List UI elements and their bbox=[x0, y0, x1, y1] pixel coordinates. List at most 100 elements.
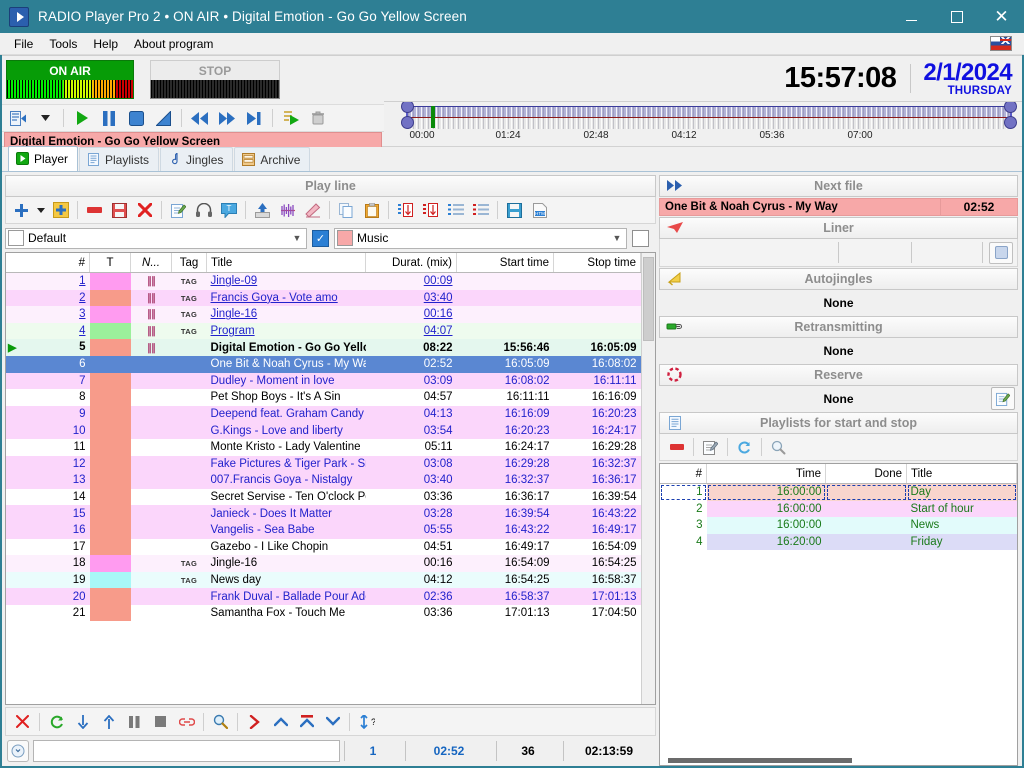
move-up-icon[interactable] bbox=[96, 710, 121, 733]
col-duration[interactable]: Durat. (mix) bbox=[366, 253, 457, 273]
col-wave[interactable]: N... bbox=[131, 253, 172, 273]
export-icon[interactable] bbox=[251, 199, 274, 221]
pause-icon[interactable] bbox=[97, 107, 121, 129]
col-stop-time[interactable]: Stop time bbox=[554, 253, 641, 273]
move-down-icon[interactable] bbox=[70, 710, 95, 733]
edit-icon[interactable] bbox=[991, 387, 1015, 410]
language-flag-icon[interactable] bbox=[990, 36, 1012, 51]
table-row[interactable]: 13007.Francis Goya - Nistalgy03:4016:32:… bbox=[6, 472, 641, 489]
next-file-row[interactable]: One Bit & Noah Cyrus - My Way 02:52 bbox=[659, 198, 1018, 216]
table-row[interactable]: 18TAGJingle-1600:1616:54:0916:54:25 bbox=[6, 555, 641, 572]
mix-editor-icon[interactable] bbox=[276, 199, 299, 221]
table-row[interactable]: 4∥∥TAGProgram04:07 bbox=[6, 323, 641, 340]
table-row[interactable]: 12Fake Pictures & Tiger Park - Small Tal… bbox=[6, 456, 641, 473]
refresh-icon[interactable] bbox=[733, 436, 756, 458]
up-marker-icon[interactable] bbox=[268, 710, 293, 733]
col-type[interactable]: T bbox=[90, 253, 131, 273]
tab-playlists[interactable]: Playlists bbox=[79, 147, 159, 171]
menu-item-file[interactable]: File bbox=[6, 35, 41, 53]
playlists-schedule-table[interactable]: # Time Done Title 116:00:00Day216:00:00S… bbox=[659, 463, 1018, 766]
eraser-icon[interactable] bbox=[301, 199, 324, 221]
waveform-playhead[interactable] bbox=[431, 106, 435, 128]
waveform-knob-mid-left[interactable] bbox=[401, 116, 414, 129]
stop-list-icon[interactable] bbox=[148, 710, 173, 733]
playlists-schedule-grid[interactable]: # Time Done Title 116:00:00Day216:00:00S… bbox=[660, 464, 1017, 550]
list-item[interactable]: 116:00:00Day bbox=[660, 484, 1017, 501]
headphones-icon[interactable] bbox=[192, 199, 215, 221]
close-playlist-icon[interactable] bbox=[10, 710, 35, 733]
tab-jingles[interactable]: Jingles bbox=[160, 147, 233, 171]
playlist-body[interactable]: 1∥∥TAGJingle-0900:092∥∥TAGFrancis Goya -… bbox=[6, 273, 641, 622]
category-checkbox[interactable] bbox=[632, 230, 649, 247]
voice-track-icon[interactable]: T bbox=[217, 199, 240, 221]
sort-help-icon[interactable]: ? bbox=[354, 710, 379, 733]
liner-slot-2[interactable] bbox=[839, 242, 912, 263]
playlist-scrollbar[interactable] bbox=[641, 253, 655, 704]
col-time[interactable]: Time bbox=[707, 464, 826, 484]
table-row[interactable]: 16Vangelis - Sea Babe05:5516:43:2216:49:… bbox=[6, 522, 641, 539]
col-number[interactable]: # bbox=[6, 253, 90, 273]
table-row[interactable]: 9Deepend feat. Graham Candy - Waiting04:… bbox=[6, 406, 641, 423]
search-icon[interactable] bbox=[208, 710, 233, 733]
clear-icon[interactable] bbox=[306, 107, 330, 129]
import-zip-icon[interactable] bbox=[394, 199, 417, 221]
on-air-button[interactable]: ON AIR bbox=[6, 60, 134, 99]
fast-forward-icon[interactable] bbox=[215, 107, 239, 129]
col-tag[interactable]: Tag bbox=[172, 253, 207, 273]
tab-archive[interactable]: Archive bbox=[234, 147, 310, 171]
table-row[interactable]: 17Gazebo - I Like Chopin04:5116:49:1716:… bbox=[6, 539, 641, 556]
add-block-icon[interactable] bbox=[49, 199, 72, 221]
waveform-knob-top-right[interactable] bbox=[1004, 102, 1017, 113]
dropdown-arrow-icon[interactable] bbox=[33, 107, 57, 129]
pause-list-icon[interactable] bbox=[122, 710, 147, 733]
paste-icon[interactable] bbox=[360, 199, 383, 221]
refresh-icon[interactable] bbox=[44, 710, 69, 733]
table-row[interactable]: 21Samantha Fox - Touch Me03:3617:01:1317… bbox=[6, 605, 641, 622]
stop-button[interactable]: STOP bbox=[150, 60, 280, 99]
waveform-knob-mid-right[interactable] bbox=[1004, 116, 1017, 129]
table-row[interactable]: 14Secret Servise - Ten O'clock Postman03… bbox=[6, 489, 641, 506]
rewind-icon[interactable] bbox=[188, 107, 212, 129]
close-icon[interactable]: ✕ bbox=[979, 0, 1024, 33]
list-down-icon[interactable] bbox=[469, 199, 492, 221]
table-row[interactable]: 15Janieck - Does It Matter03:2816:39:541… bbox=[6, 505, 641, 522]
playlists-h-scrollbar[interactable] bbox=[660, 755, 1017, 765]
col-title[interactable]: Title bbox=[207, 253, 366, 273]
menu-item-tools[interactable]: Tools bbox=[41, 35, 85, 53]
category-combo[interactable]: Music ▼ bbox=[334, 228, 627, 249]
down-marker-icon[interactable] bbox=[320, 710, 345, 733]
delete-icon[interactable] bbox=[133, 199, 156, 221]
maximize-icon[interactable] bbox=[934, 0, 979, 33]
preset-checkbox[interactable]: ✓ bbox=[312, 230, 329, 247]
chevron-down-icon[interactable]: ▼ bbox=[290, 233, 304, 243]
liner-slot-1[interactable] bbox=[660, 242, 839, 263]
chevron-down-icon[interactable]: ▼ bbox=[610, 233, 624, 243]
add-dropdown-arrow-icon[interactable] bbox=[35, 199, 47, 221]
export-html-icon[interactable]: HTM bbox=[528, 199, 551, 221]
playlist-grid[interactable]: # T N... Tag Title Durat. (mix) Start ti… bbox=[6, 253, 641, 621]
edit-icon[interactable] bbox=[167, 199, 190, 221]
save-playlist-icon[interactable] bbox=[503, 199, 526, 221]
search-icon[interactable] bbox=[767, 436, 790, 458]
col-number[interactable]: # bbox=[660, 464, 707, 484]
table-row[interactable]: 3∥∥TAGJingle-1600:16 bbox=[6, 306, 641, 323]
table-row[interactable]: 8Pet Shop Boys - It's A Sin04:5716:11:11… bbox=[6, 389, 641, 406]
minimize-icon[interactable] bbox=[889, 0, 934, 33]
fade-stop-icon[interactable] bbox=[151, 107, 175, 129]
save-icon[interactable] bbox=[108, 199, 131, 221]
table-row[interactable]: 1∥∥TAGJingle-0900:09 bbox=[6, 273, 641, 290]
edit-icon[interactable] bbox=[699, 436, 722, 458]
remove-icon[interactable] bbox=[665, 436, 688, 458]
tab-player[interactable]: Player bbox=[8, 146, 78, 171]
playlist-table[interactable]: # T N... Tag Title Durat. (mix) Start ti… bbox=[5, 252, 656, 705]
search-input[interactable] bbox=[33, 740, 340, 762]
table-row[interactable]: 2∥∥TAGFrancis Goya - Vote amo03:40 bbox=[6, 290, 641, 307]
table-row[interactable]: 20Frank Duval - Ballade Pour Adeline02:3… bbox=[6, 588, 641, 605]
clock-icon[interactable] bbox=[7, 740, 29, 762]
table-row[interactable]: 10G.Kings - Love and liberty03:5416:20:2… bbox=[6, 422, 641, 439]
col-done[interactable]: Done bbox=[826, 464, 907, 484]
col-title[interactable]: Title bbox=[907, 464, 1017, 484]
stop-icon[interactable] bbox=[124, 107, 148, 129]
export-zip-icon[interactable] bbox=[419, 199, 442, 221]
col-start-time[interactable]: Start time bbox=[457, 253, 554, 273]
